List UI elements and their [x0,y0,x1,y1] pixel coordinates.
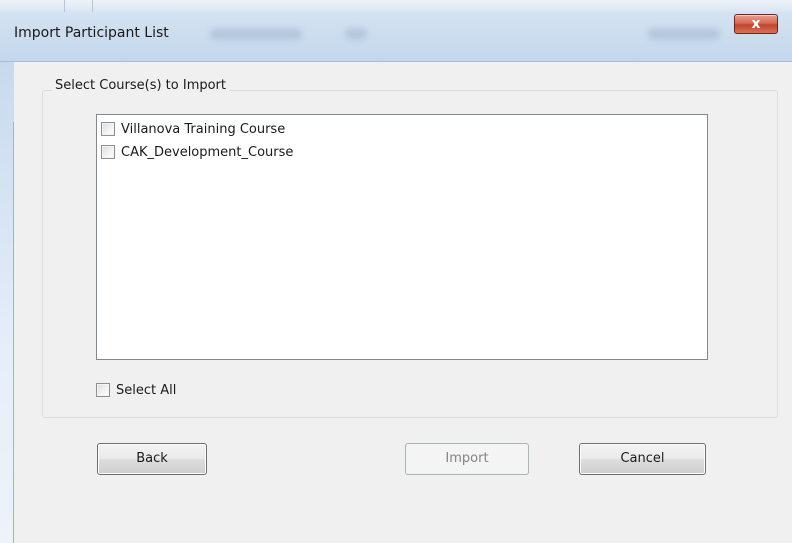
dialog-title: Import Participant List [14,25,169,41]
select-all-option[interactable]: Select All [96,380,176,400]
blurred-background-text [648,28,720,40]
course-label: CAK_Development_Course [121,144,294,160]
strip-divider [92,0,93,12]
dialog-client-area: Select Course(s) to Import Villanova Tra… [14,62,792,543]
close-button[interactable]: x [734,14,778,34]
window-frame-left [0,62,14,543]
back-button[interactable]: Back [97,443,207,475]
select-all-label: Select All [116,382,177,398]
course-checkbox[interactable] [101,122,115,136]
course-listbox[interactable]: Villanova Training Course CAK_Developmen… [96,114,708,360]
close-icon: x [751,16,761,32]
list-item[interactable]: Villanova Training Course [101,119,285,139]
import-button[interactable]: Import [405,443,529,475]
course-label: Villanova Training Course [121,121,286,137]
cancel-button[interactable]: Cancel [579,443,706,475]
blurred-background-text [345,28,367,40]
blurred-background-text [210,28,302,40]
course-checkbox[interactable] [101,145,115,159]
list-item[interactable]: CAK_Development_Course [101,142,293,162]
select-all-checkbox[interactable] [96,383,110,397]
background-window-strip [0,0,792,12]
groupbox-legend: Select Course(s) to Import [52,78,229,93]
title-bar[interactable]: Import Participant List x [0,0,792,62]
strip-divider [64,0,65,12]
import-participant-list-dialog: Import Participant List x Select Course(… [0,0,792,543]
